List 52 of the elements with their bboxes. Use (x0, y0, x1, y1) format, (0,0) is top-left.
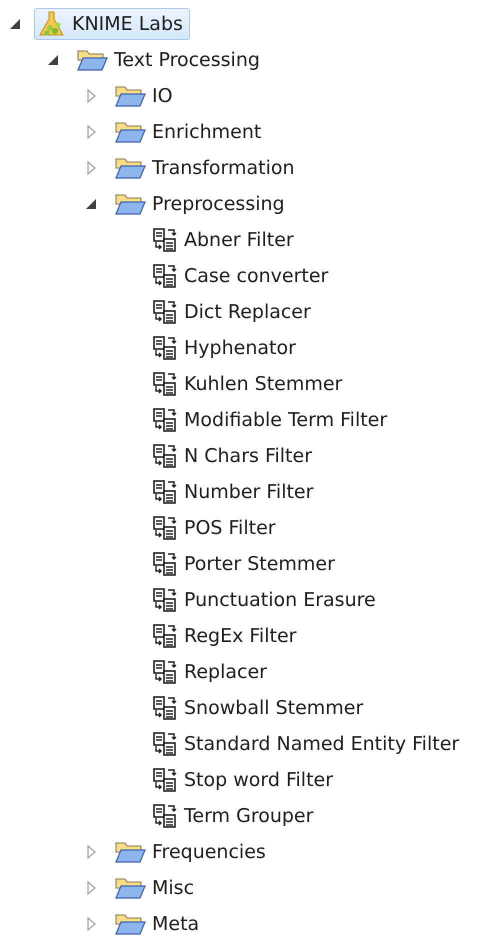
folder-icon (114, 192, 146, 216)
flask-icon (38, 10, 66, 38)
tree-item[interactable]: Case converter (148, 261, 336, 291)
tree-item[interactable]: RegEx Filter (148, 621, 304, 651)
tree-item[interactable]: Dict Replacer (148, 297, 318, 327)
document-arrow-icon (152, 695, 178, 721)
folder-icon (114, 156, 146, 180)
document-arrow-icon (152, 407, 178, 433)
folder-icon (114, 120, 146, 144)
tree-item[interactable]: Replacer (148, 657, 274, 687)
folder-icon (114, 912, 146, 936)
folder-icon (114, 876, 146, 900)
document-arrow-icon (152, 335, 178, 361)
tree-item[interactable]: Abner Filter (148, 225, 301, 255)
document-arrow-icon (152, 659, 178, 685)
tree-item[interactable]: Misc (110, 874, 202, 902)
tree-item[interactable]: Hyphenator (148, 333, 303, 363)
folder-icon (114, 84, 146, 108)
document-arrow-icon (152, 767, 178, 793)
tree-item[interactable]: Meta (110, 910, 206, 938)
tree-item[interactable]: Modifiable Term Filter (148, 405, 394, 435)
tree-item[interactable]: Transformation (110, 154, 302, 182)
tree-item[interactable]: Snowball Stemmer (148, 693, 370, 723)
document-arrow-icon (152, 371, 178, 397)
folder-icon (114, 840, 146, 864)
tree-item[interactable]: Preprocessing (110, 190, 292, 218)
document-arrow-icon (152, 479, 178, 505)
tree-item[interactable]: Enrichment (110, 118, 268, 146)
tree-item[interactable]: Frequencies (110, 838, 273, 866)
document-arrow-icon (152, 443, 178, 469)
document-arrow-icon (152, 515, 178, 541)
document-arrow-icon (152, 227, 178, 253)
tree-item[interactable]: POS Filter (148, 513, 283, 543)
document-arrow-icon (152, 299, 178, 325)
tree-item[interactable]: Number Filter (148, 477, 320, 507)
document-arrow-icon (152, 623, 178, 649)
document-arrow-icon (152, 263, 178, 289)
document-arrow-icon (152, 731, 178, 757)
tree-item[interactable]: Stop word Filter (148, 765, 340, 795)
tree-item[interactable]: Text Processing (72, 46, 267, 74)
tree-item[interactable]: Punctuation Erasure (148, 585, 383, 615)
document-arrow-icon (152, 551, 178, 577)
tree-item[interactable]: Kuhlen Stemmer (148, 369, 350, 399)
folder-icon (76, 48, 108, 72)
tree-item[interactable]: N Chars Filter (148, 441, 320, 471)
tree-item[interactable]: Term Grouper (148, 801, 320, 831)
document-arrow-icon (152, 803, 178, 829)
tree-item[interactable]: Porter Stemmer (148, 549, 342, 579)
tree-item[interactable]: IO (110, 82, 180, 110)
tree-item[interactable]: Standard Named Entity Filter (148, 729, 466, 759)
tree-item[interactable]: KNIME Labs (34, 8, 190, 40)
document-arrow-icon (152, 587, 178, 613)
